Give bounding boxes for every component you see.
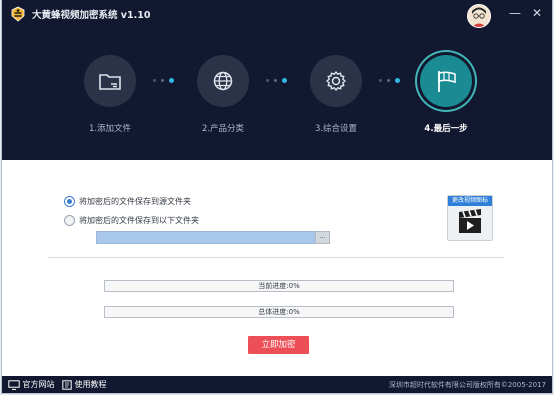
gear-icon (326, 71, 346, 91)
step-connector (379, 78, 405, 84)
step-label-final: 4.最后一步 (424, 124, 468, 134)
step-label-categorize: 2.产品分类 (201, 124, 245, 134)
output-path-input[interactable] (96, 231, 316, 244)
bee-logo-icon (11, 6, 25, 22)
total-progress-label: 总体进度:0% (258, 308, 300, 316)
book-icon (62, 379, 72, 390)
save-to-folder-label[interactable]: 将加密后的文件保存到以下文件夹 (79, 215, 199, 226)
clapperboard-icon (459, 209, 481, 233)
tutorial-link[interactable]: 使用教程 (62, 379, 107, 391)
step-settings[interactable] (310, 55, 362, 107)
step-categorize[interactable] (197, 55, 249, 107)
start-encrypt-button[interactable]: 立即加密 (248, 336, 309, 354)
change-video-icon-button[interactable]: 更改视频图标 (447, 195, 493, 241)
step-add-files[interactable] (84, 55, 136, 107)
avatar-face-icon (468, 5, 490, 27)
save-to-source-label[interactable]: 将加密后的文件保存到源文件夹 (79, 196, 191, 207)
step-label-add-files: 1.添加文件 (88, 124, 132, 134)
flag-icon (438, 71, 456, 92)
close-button[interactable]: ✕ (528, 4, 546, 22)
monitor-icon (8, 379, 20, 390)
browse-button[interactable]: ... (315, 231, 330, 244)
copyright-text: 深圳市超时代软件有限公司版权所有©2005-2017 (388, 381, 546, 389)
globe-icon (213, 71, 233, 91)
current-progress-label: 当前进度:0% (258, 282, 300, 290)
current-progress-bar: 当前进度:0% (104, 280, 454, 292)
website-link[interactable]: 官方网站 (8, 379, 55, 391)
folder-icon (99, 74, 121, 90)
footer: 官方网站 使用教程 深圳市超时代软件有限公司版权所有©2005-2017 (2, 376, 552, 393)
save-to-folder-radio[interactable] (64, 215, 75, 226)
step-label-settings: 3.综合设置 (314, 124, 358, 134)
website-link-label: 官方网站 (22, 380, 55, 389)
window-title: 大黄蜂视频加密系统 v1.10 (32, 10, 151, 21)
step-connector (153, 78, 179, 84)
section-divider (48, 257, 504, 258)
total-progress-bar: 总体进度:0% (104, 306, 454, 318)
app-window: 大黄蜂视频加密系统 v1.10 — ✕ 1.添加文件 2.产品分类 3.综合设置… (2, 0, 552, 393)
header: 大黄蜂视频加密系统 v1.10 — ✕ 1.添加文件 2.产品分类 3.综合设置… (2, 0, 552, 160)
tutorial-link-label: 使用教程 (74, 380, 107, 389)
save-to-source-radio[interactable] (64, 196, 75, 207)
user-avatar[interactable] (467, 4, 491, 28)
step-connector (266, 78, 292, 84)
minimize-button[interactable]: — (506, 4, 524, 22)
step-final[interactable] (420, 55, 472, 107)
